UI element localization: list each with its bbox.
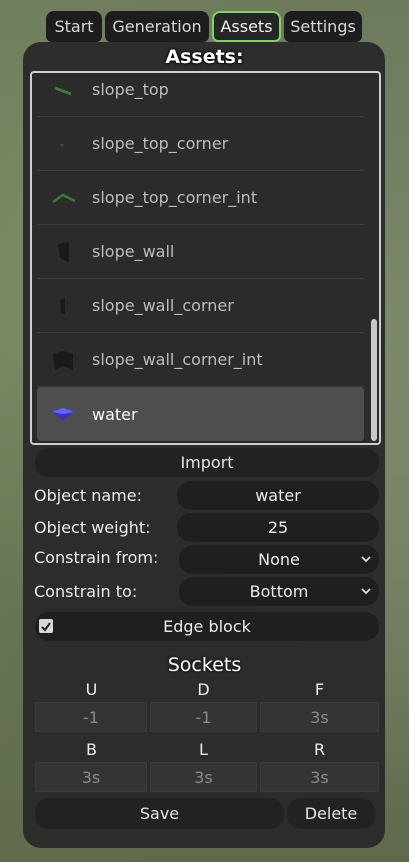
slope-wall-corner-icon [51,294,75,318]
slope-top-corner-icon [51,132,75,156]
constrain-from-select[interactable]: None [179,545,379,574]
checkmark-icon [41,622,51,632]
slope-top-corner-int-icon [51,186,76,210]
constrain-from-label: Constrain from: [34,548,159,567]
slope-wall-icon [51,240,75,264]
socket-head-d: D [197,680,210,699]
list-item[interactable]: water [37,387,364,441]
tab-bar: Start Generation Assets Settings [46,11,362,42]
asset-label: slope_top [92,80,169,99]
socket-head-r: R [313,740,326,759]
list-scrollbar[interactable] [371,319,377,441]
tab-start[interactable]: Start [46,11,102,42]
constrain-from-value: None [258,550,300,569]
asset-label: slope_wall_corner_int [92,350,263,369]
list-item[interactable]: slope_wall [37,225,364,279]
water-icon [51,402,75,426]
object-weight-label: Object weight: [34,518,151,537]
socket-head-b: B [86,740,97,759]
list-item[interactable]: slope_top_corner_int [37,171,364,225]
object-name-field[interactable]: water [177,481,379,510]
socket-input-d[interactable]: -1 [150,702,257,732]
chevron-down-icon [361,556,371,563]
socket-head-f: F [314,680,325,699]
constrain-to-label: Constrain to: [34,582,138,601]
socket-input-b[interactable]: 3s [35,762,147,792]
socket-head-l: L [199,740,208,759]
tab-settings[interactable]: Settings [284,11,362,42]
slope-wall-corner-int-icon [51,348,75,372]
import-button[interactable]: Import [35,448,379,477]
list-item[interactable]: slope_top [37,73,364,117]
page-title: Assets: [165,46,244,68]
socket-input-f[interactable]: 3s [260,702,379,732]
socket-head-u: U [85,680,98,699]
asset-label: slope_wall [92,242,175,261]
asset-label: water [92,404,138,424]
object-weight-field[interactable]: 25 [177,513,379,542]
tab-assets[interactable]: Assets [212,11,281,42]
edge-block-checkbox[interactable] [39,619,53,633]
constrain-to-value: Bottom [249,582,309,601]
asset-label: slope_top_corner [92,134,229,153]
slope-top-icon [51,78,75,102]
asset-list[interactable]: slope_top slope_top_corner slope_top_cor… [30,71,381,445]
object-name-label: Object name: [34,486,142,505]
edge-block-label: Edge block [163,617,251,636]
delete-button[interactable]: Delete [287,798,375,829]
list-item[interactable]: slope_wall_corner [37,279,364,333]
constrain-to-select[interactable]: Bottom [179,577,379,606]
chevron-down-icon [361,588,371,595]
asset-label: slope_wall_corner [92,296,234,315]
socket-input-r[interactable]: 3s [260,762,379,792]
edge-block-toggle[interactable]: Edge block [35,612,379,641]
save-button[interactable]: Save [35,798,284,829]
socket-input-u[interactable]: -1 [35,702,147,732]
asset-label: slope_top_corner_int [92,188,258,207]
tab-generation[interactable]: Generation [105,11,209,42]
socket-input-l[interactable]: 3s [150,762,257,792]
sockets-title: Sockets [167,654,242,676]
list-item[interactable]: slope_top_corner [37,117,364,171]
list-item[interactable]: slope_wall_corner_int [37,333,364,387]
